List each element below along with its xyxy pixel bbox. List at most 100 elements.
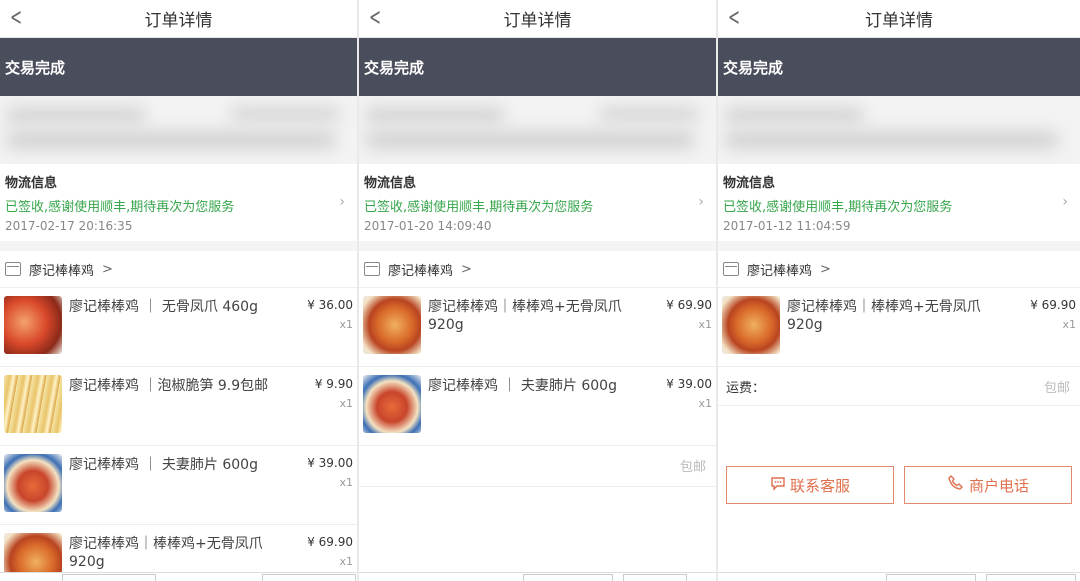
item-price: ¥ 9.90 [314, 377, 353, 391]
contact-service-button[interactable]: 联系客服 [726, 466, 894, 504]
shipping-value: 包邮 [679, 460, 706, 475]
product-thumbnail [4, 375, 62, 433]
shop-icon [723, 262, 739, 276]
chevron-right-icon: > [461, 261, 472, 277]
shop-icon [5, 262, 21, 276]
nav-bar: < 订单详情 [359, 0, 716, 38]
product-thumbnail [363, 296, 421, 354]
product-thumbnail [363, 375, 421, 433]
logistics-section[interactable]: 物流信息 已签收,感谢使用顺丰,期待再次为您服务 2017-01-20 14:0… [359, 164, 716, 251]
item-price: ¥ 69.90 [307, 535, 353, 549]
item-price: ¥ 39.00 [666, 377, 712, 391]
order-item[interactable]: 廖记棒棒鸡 ｜ 无骨凤爪 460g ¥ 36.00 x1 [0, 288, 357, 367]
bottom-button-stub[interactable] [262, 574, 356, 581]
shipping-label: 运费： [726, 381, 766, 396]
item-name: 廖记棒棒鸡 ｜ 夫妻肺片 600g [69, 457, 258, 473]
item-qty: x1 [339, 397, 353, 410]
item-name: 廖记棒棒鸡 ｜ 夫妻肺片 600g [428, 378, 617, 394]
chevron-right-icon: > [820, 261, 831, 277]
chat-bubble-icon [770, 475, 786, 495]
item-qty: x1 [339, 318, 353, 331]
logistics-time: 2017-01-20 14:09:40 [364, 219, 492, 233]
product-thumbnail [4, 454, 62, 512]
order-item[interactable]: 廖记棒棒鸡 ｜泡椒脆笋 9.9包邮 ¥ 9.90 x1 [0, 367, 357, 446]
action-buttons: 联系客服 商户电话 [718, 466, 1080, 504]
shop-name: 廖记棒棒鸡 [388, 263, 454, 279]
shop-name: 廖记棒棒鸡 [747, 263, 813, 279]
logistics-time: 2017-01-12 11:04:59 [723, 219, 851, 233]
item-qty: x1 [1062, 318, 1076, 331]
logistics-title: 物流信息 [364, 176, 417, 191]
order-status-text: 交易完成 [723, 58, 784, 77]
item-name: 廖记棒棒鸡｜棒棒鸡+无骨凤爪 920g [428, 299, 622, 333]
shop-name: 廖记棒棒鸡 [29, 263, 95, 279]
order-screen-1: < 订单详情 交易完成 物流信息 已签收,感谢使用顺丰,期待再次为您服务 201… [0, 0, 359, 581]
order-status-banner: 交易完成 [0, 38, 357, 96]
order-screen-3: < 订单详情 交易完成 物流信息 已签收,感谢使用顺丰,期待再次为您服务 201… [718, 0, 1080, 581]
page-title: 订单详情 [144, 11, 213, 31]
bottom-button-stub[interactable] [62, 574, 156, 581]
order-item[interactable]: 廖记棒棒鸡 ｜ 夫妻肺片 600g ¥ 39.00 x1 [359, 367, 716, 446]
bottom-button-stub[interactable] [623, 574, 687, 581]
item-price: ¥ 36.00 [307, 298, 353, 312]
page-title: 订单详情 [503, 11, 572, 31]
bottom-button-stub[interactable] [523, 574, 613, 581]
chevron-right-icon: › [698, 194, 704, 210]
nav-bar: < 订单详情 [0, 0, 357, 38]
item-name: 廖记棒棒鸡 ｜ 无骨凤爪 460g [69, 299, 258, 315]
item-qty: x1 [339, 555, 353, 568]
merchant-phone-button[interactable]: 商户电话 [904, 466, 1072, 504]
order-status-banner: 交易完成 [718, 38, 1080, 96]
back-chevron-icon[interactable]: < [369, 3, 381, 31]
contact-service-label: 联系客服 [789, 476, 850, 495]
item-name: 廖记棒棒鸡｜棒棒鸡+无骨凤爪 920g [69, 536, 263, 570]
order-detail-screens: < 订单详情 交易完成 物流信息 已签收,感谢使用顺丰,期待再次为您服务 201… [0, 0, 1080, 581]
blurred-address-area [718, 96, 1080, 164]
chevron-right-icon: › [1062, 194, 1068, 210]
order-status-text: 交易完成 [364, 58, 425, 77]
bottom-button-stub[interactable] [986, 574, 1076, 581]
logistics-message: 已签收,感谢使用顺丰,期待再次为您服务 [723, 200, 953, 215]
order-screen-2: < 订单详情 交易完成 物流信息 已签收,感谢使用顺丰,期待再次为您服务 201… [359, 0, 718, 581]
product-thumbnail [722, 296, 780, 354]
chevron-right-icon: › [339, 194, 345, 210]
logistics-title: 物流信息 [5, 176, 58, 191]
shipping-value: 包邮 [1043, 381, 1070, 396]
shipping-row: 包邮 [359, 446, 716, 487]
item-price: ¥ 69.90 [666, 298, 712, 312]
shop-row[interactable]: 廖记棒棒鸡 > [0, 251, 357, 288]
chevron-right-icon: > [102, 261, 113, 277]
item-qty: x1 [339, 476, 353, 489]
nav-bar: < 订单详情 [718, 0, 1080, 38]
order-item[interactable]: 廖记棒棒鸡｜棒棒鸡+无骨凤爪 920g ¥ 69.90 x1 [718, 288, 1080, 367]
bottom-action-bar [0, 572, 357, 581]
shipping-row: 运费： 包邮 [718, 367, 1080, 406]
logistics-section[interactable]: 物流信息 已签收,感谢使用顺丰,期待再次为您服务 2017-02-17 20:1… [0, 164, 357, 251]
item-qty: x1 [698, 397, 712, 410]
merchant-phone-label: 商户电话 [968, 476, 1029, 495]
item-name: 廖记棒棒鸡 ｜泡椒脆笋 9.9包邮 [69, 378, 269, 394]
shop-row[interactable]: 廖记棒棒鸡 > [718, 251, 1080, 288]
item-qty: x1 [698, 318, 712, 331]
product-thumbnail [4, 296, 62, 354]
bottom-action-bar [718, 572, 1080, 581]
order-item[interactable]: 廖记棒棒鸡｜棒棒鸡+无骨凤爪 920g ¥ 69.90 x1 [359, 288, 716, 367]
item-name: 廖记棒棒鸡｜棒棒鸡+无骨凤爪 920g [787, 299, 981, 333]
page-title: 订单详情 [865, 11, 933, 31]
phone-icon [947, 474, 965, 496]
bottom-action-bar [359, 572, 716, 581]
order-item[interactable]: 廖记棒棒鸡 ｜ 夫妻肺片 600g ¥ 39.00 x1 [0, 446, 357, 525]
order-status-text: 交易完成 [5, 58, 66, 77]
logistics-time: 2017-02-17 20:16:35 [5, 219, 133, 233]
blurred-address-area [359, 96, 716, 164]
logistics-title: 物流信息 [723, 176, 776, 191]
logistics-message: 已签收,感谢使用顺丰,期待再次为您服务 [5, 200, 235, 215]
bottom-button-stub[interactable] [886, 574, 976, 581]
back-chevron-icon[interactable]: < [10, 3, 22, 31]
logistics-section[interactable]: 物流信息 已签收,感谢使用顺丰,期待再次为您服务 2017-01-12 11:0… [718, 164, 1080, 251]
shop-row[interactable]: 廖记棒棒鸡 > [359, 251, 716, 288]
order-status-banner: 交易完成 [359, 38, 716, 96]
back-chevron-icon[interactable]: < [728, 3, 740, 31]
item-price: ¥ 39.00 [307, 456, 353, 470]
